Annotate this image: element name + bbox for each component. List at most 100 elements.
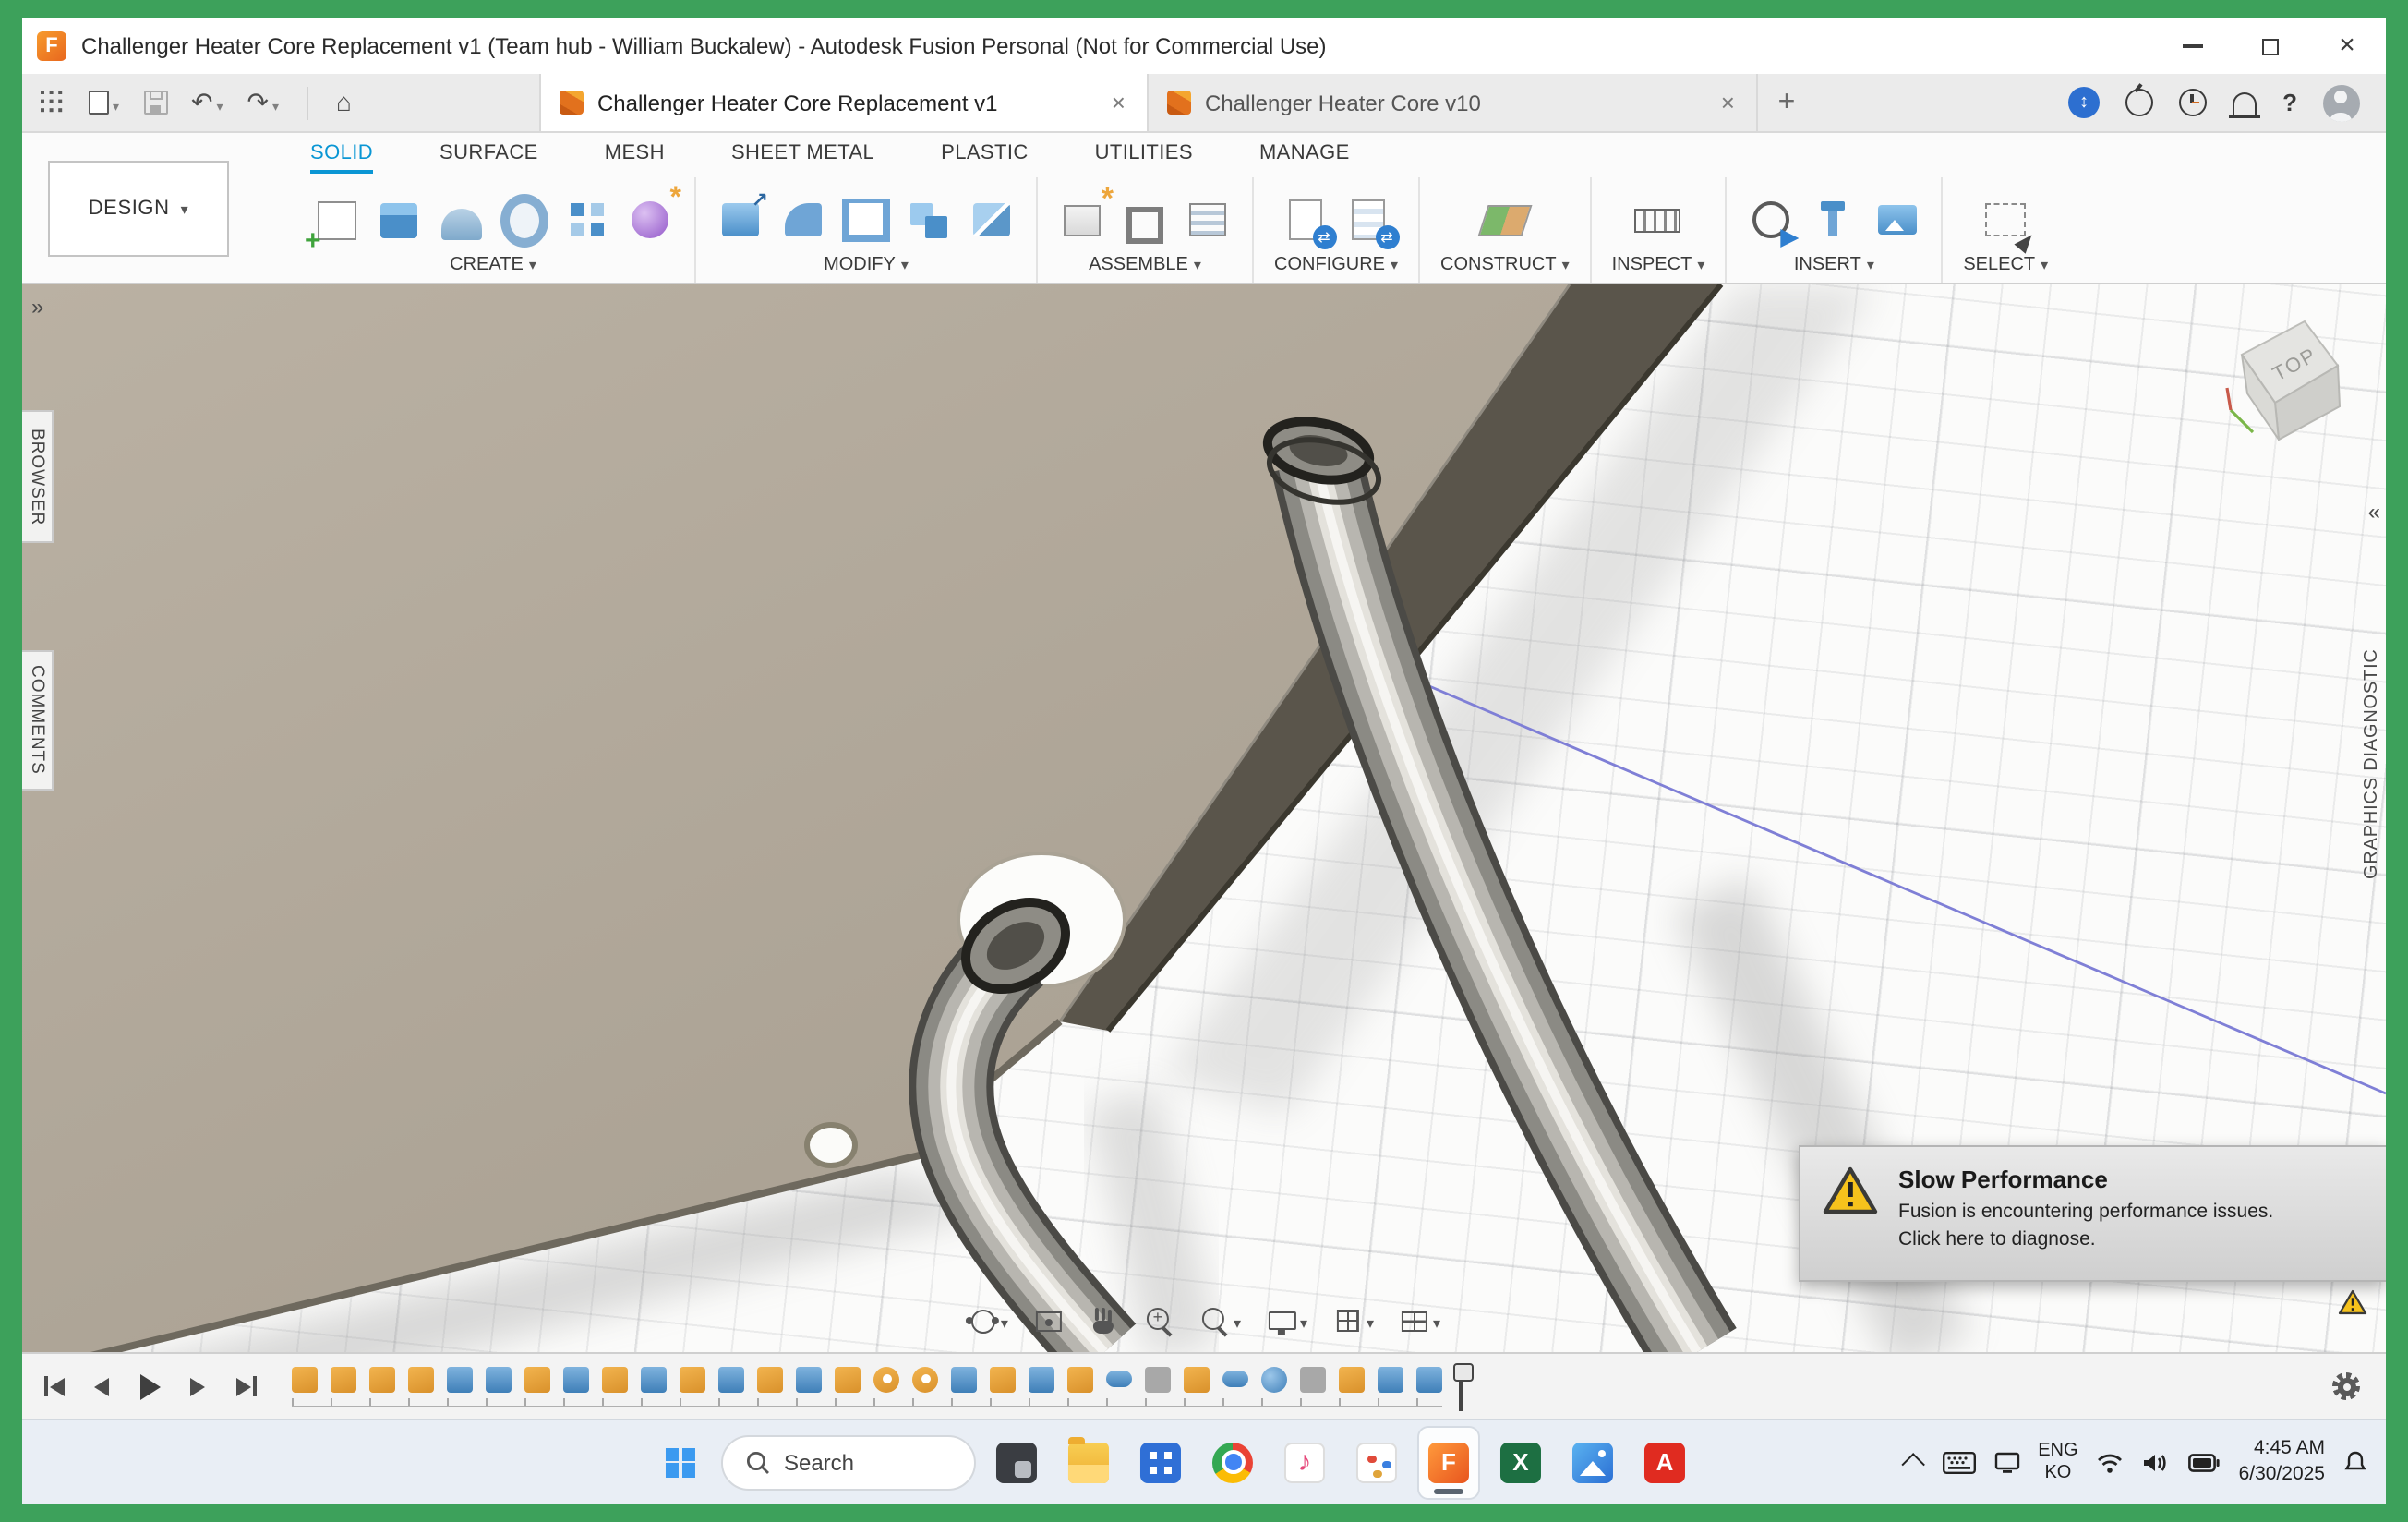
taskbar-app[interactable] [1201,1425,1264,1499]
timeline-feature[interactable] [680,1366,705,1392]
ribbon-tab[interactable]: SOLID [310,142,373,174]
timeline-feature[interactable] [1067,1366,1093,1392]
tool-icon[interactable] [968,196,1016,244]
play-button[interactable] [133,1368,166,1405]
tray-clock[interactable]: 4:45 AM 6/30/2025 [2239,1437,2325,1488]
tool-icon[interactable] [563,196,611,244]
tool-group-dropdown[interactable]: INSERT [1794,255,1874,277]
timeline-feature[interactable] [1222,1371,1248,1387]
tool-group-dropdown[interactable]: ASSEMBLE [1089,255,1201,277]
notification-bell-icon[interactable] [2343,1450,2367,1474]
ribbon-tab[interactable]: MESH [605,142,665,174]
timeline-feature[interactable] [1339,1366,1365,1392]
timeline-feature[interactable] [912,1366,938,1392]
tool-group-dropdown[interactable]: INSPECT [1612,255,1705,277]
view-cube[interactable]: TOP [2223,307,2353,443]
step-forward-button[interactable] [181,1368,214,1405]
timeline-feature[interactable] [835,1366,861,1392]
redo-button[interactable] [247,86,280,119]
performance-warning-icon[interactable] [2338,1289,2367,1324]
timeline-feature[interactable] [1378,1366,1403,1392]
timeline-feature[interactable] [1416,1366,1442,1392]
comments-panel-tab[interactable]: COMMENTS [22,650,54,791]
ribbon-tab[interactable]: MANAGE [1259,142,1350,174]
timeline-feature[interactable] [486,1366,512,1392]
view-tool-button[interactable] [1330,1300,1378,1341]
undo-button[interactable] [191,86,223,119]
timeline-feature[interactable] [1261,1366,1287,1392]
tool-icon[interactable] [779,196,827,244]
timeline-feature[interactable] [369,1366,395,1392]
timeline-feature[interactable] [757,1366,783,1392]
browser-panel-tab[interactable]: BROWSER [22,410,54,543]
language-indicator[interactable]: ENG KO [2038,1440,2077,1484]
timeline-feature[interactable] [408,1366,434,1392]
notification-panel[interactable]: Slow Performance Fusion is encountering … [1799,1145,2386,1282]
tool-icon[interactable] [1121,196,1169,244]
tool-icon[interactable] [626,196,674,244]
taskbar-app[interactable] [985,1425,1048,1499]
ribbon-tab[interactable]: PLASTIC [941,142,1029,174]
taskbar-app[interactable] [1489,1425,1552,1499]
volume-icon[interactable] [2143,1451,2171,1473]
notification-action-link[interactable]: Click here to diagnose. [1898,1226,2273,1252]
timeline-feature[interactable] [602,1366,628,1392]
view-tool-button[interactable] [1086,1302,1123,1339]
viewport[interactable]: » BROWSER COMMENTS « GRAPHICS DIAGNOSTIC… [22,284,2386,1352]
timeline-feature[interactable] [1106,1371,1132,1387]
tool-icon[interactable] [842,196,890,244]
timeline-feature[interactable] [873,1366,899,1392]
tool-icon[interactable] [1058,196,1106,244]
skip-to-start-button[interactable] [37,1368,70,1405]
mounting-hole[interactable] [807,1125,855,1166]
tool-icon[interactable] [905,196,953,244]
wifi-icon[interactable] [2097,1451,2125,1473]
home-view-button[interactable] [336,86,352,119]
graphics-diagnostic-tab[interactable]: GRAPHICS DIAGNOSTIC [2362,602,2382,879]
view-tool-button[interactable] [1396,1300,1444,1341]
timeline-feature[interactable] [524,1366,550,1392]
ribbon-tab[interactable]: UTILITIES [1095,142,1193,174]
timeline-feature[interactable] [796,1366,822,1392]
skip-to-end-button[interactable] [229,1368,262,1405]
save-button[interactable] [143,91,167,115]
view-tool-button[interactable] [1197,1300,1245,1341]
job-clock-icon[interactable] [2179,89,2207,116]
tool-icon[interactable] [375,196,423,244]
timeline-position-marker[interactable] [1450,1362,1472,1410]
timeline-feature[interactable] [292,1366,318,1392]
taskbar-app[interactable] [1345,1425,1408,1499]
taskbar-app[interactable] [1561,1425,1624,1499]
maximize-button[interactable] [2231,18,2308,74]
document-tab[interactable]: Challenger Heater Core Replacement v1 × [540,74,1150,131]
tab-close-button[interactable]: × [1717,89,1739,116]
timeline-feature[interactable] [331,1366,356,1392]
touch-keyboard-icon[interactable] [1942,1451,1975,1473]
tool-icon[interactable] [1281,196,1329,244]
taskbar-app[interactable] [1057,1425,1120,1499]
new-tab-button[interactable] [1759,86,1814,119]
tool-icon[interactable] [716,196,765,244]
tool-icon[interactable] [500,196,548,244]
extensions-icon[interactable] [2125,89,2153,116]
view-tool-button[interactable] [1141,1302,1178,1339]
collapse-panel-icon[interactable]: « [2368,499,2377,525]
timeline-ruler[interactable] [292,1397,1442,1407]
taskbar-search[interactable]: Search [721,1434,976,1490]
timeline-feature[interactable] [951,1366,977,1392]
timeline-feature[interactable] [641,1366,667,1392]
help-icon[interactable] [2282,86,2297,119]
expand-panel-icon[interactable]: » [31,294,40,320]
tool-group-dropdown[interactable]: SELECT [1963,255,2048,277]
timeline-feature[interactable] [1145,1366,1171,1392]
tool-group-dropdown[interactable]: CREATE [450,255,536,277]
tool-icon[interactable] [1747,196,1795,244]
tool-icon[interactable] [1981,196,2029,244]
tool-icon[interactable] [1810,196,1858,244]
tool-group-dropdown[interactable]: CONFIGURE [1274,255,1398,277]
tool-group-dropdown[interactable]: MODIFY [824,255,909,277]
step-back-button[interactable] [85,1368,118,1405]
taskbar-app[interactable] [1273,1425,1336,1499]
tab-close-button[interactable]: × [1108,89,1129,116]
tool-icon[interactable] [1184,196,1232,244]
